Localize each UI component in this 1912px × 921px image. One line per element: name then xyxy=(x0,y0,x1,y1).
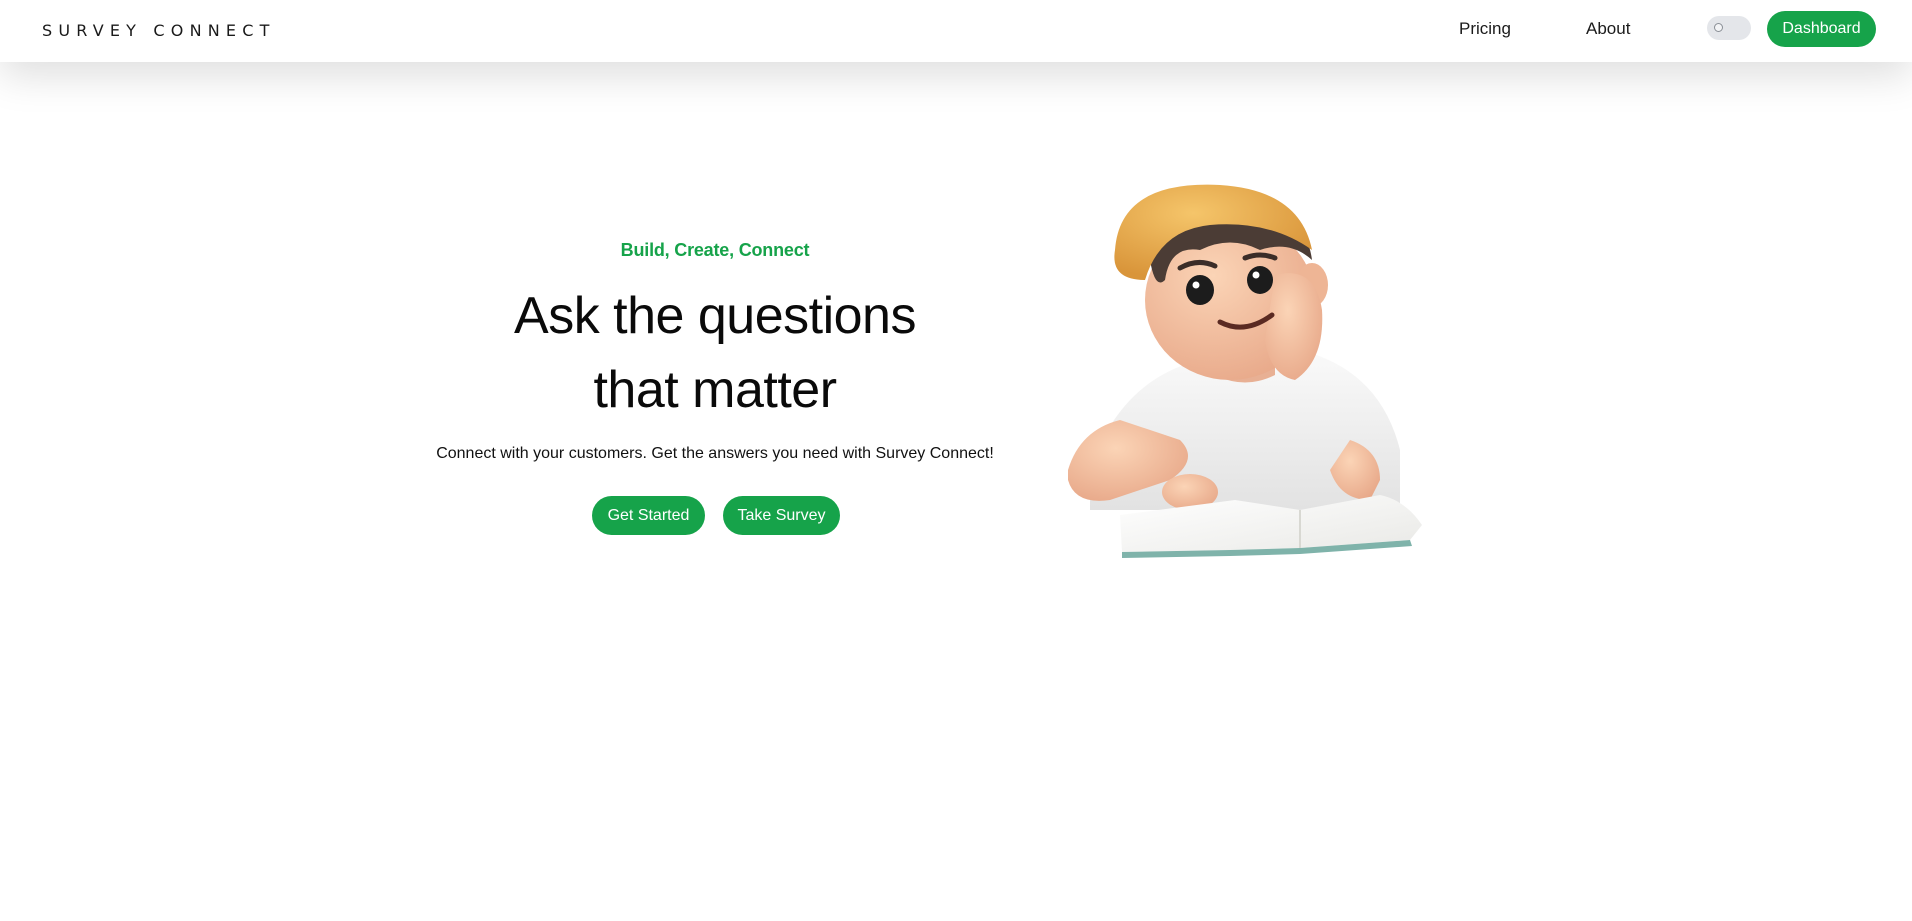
toggle-icon xyxy=(1714,23,1723,32)
hero-text-block: Build, Create, Connect Ask the questions… xyxy=(415,240,1015,463)
hero-headline-line-1: Ask the questions xyxy=(514,287,916,345)
site-logo[interactable]: SURVEY CONNECT xyxy=(42,21,276,40)
theme-toggle[interactable] xyxy=(1707,16,1751,40)
hero-headline: Ask the questions that matter xyxy=(415,279,1015,427)
dashboard-button[interactable]: Dashboard xyxy=(1767,11,1876,47)
right-eye-shape xyxy=(1247,266,1273,294)
boy-reading-book-illustration xyxy=(1068,184,1422,558)
take-survey-button[interactable]: Take Survey xyxy=(723,496,840,535)
nav-link-about[interactable]: About xyxy=(1586,19,1630,39)
hero-tagline: Build, Create, Connect xyxy=(620,240,810,260)
left-eye-shape xyxy=(1186,275,1214,305)
nav-link-pricing[interactable]: Pricing xyxy=(1459,19,1511,39)
get-started-button[interactable]: Get Started xyxy=(592,496,705,535)
hero-headline-line-2: that matter xyxy=(593,361,837,419)
top-navbar: SURVEY CONNECT Pricing About Dashboard xyxy=(0,0,1912,62)
hero-subtitle: Connect with your customers. Get the ans… xyxy=(436,445,994,462)
